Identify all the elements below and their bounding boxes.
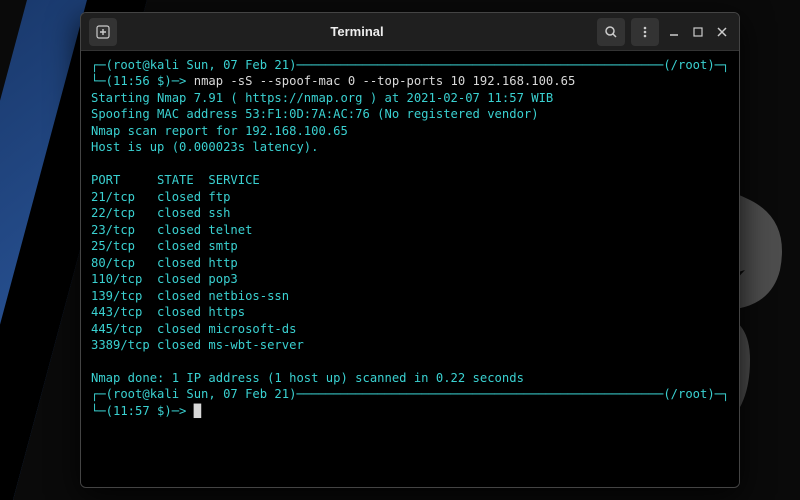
menu-button[interactable]: [631, 18, 659, 46]
kebab-icon: [638, 25, 652, 39]
search-button[interactable]: [597, 18, 625, 46]
maximize-icon: [692, 26, 704, 38]
titlebar[interactable]: Terminal: [81, 13, 739, 51]
minimize-icon: [668, 26, 680, 38]
window-title: Terminal: [117, 24, 597, 39]
close-icon: [716, 26, 728, 38]
maximize-button[interactable]: [689, 23, 707, 41]
search-icon: [604, 25, 618, 39]
terminal-body[interactable]: ┌─(root@kali Sun, 07 Feb 21)────────────…: [81, 51, 739, 487]
new-tab-button[interactable]: [89, 18, 117, 46]
close-button[interactable]: [713, 23, 731, 41]
plus-tab-icon: [96, 25, 110, 39]
minimize-button[interactable]: [665, 23, 683, 41]
terminal-window: Terminal ┌─(root@kali Sun, 07 Feb 21)───…: [80, 12, 740, 488]
